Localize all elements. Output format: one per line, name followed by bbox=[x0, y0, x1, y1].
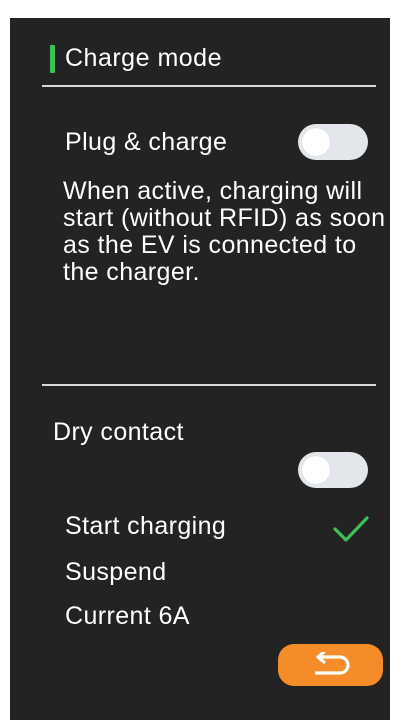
dry-contact-label: Dry contact bbox=[53, 418, 184, 446]
toggle-knob bbox=[302, 128, 330, 156]
option-suspend[interactable]: Suspend bbox=[65, 558, 167, 587]
divider-top bbox=[42, 85, 376, 87]
back-icon bbox=[314, 652, 350, 675]
plug-charge-description: When active, charging will start (withou… bbox=[63, 177, 386, 286]
charge-mode-screen: Charge mode Plug & charge When active, c… bbox=[10, 18, 390, 720]
plug-charge-label: Plug & charge bbox=[65, 128, 228, 156]
header-accent-bar bbox=[50, 44, 55, 73]
plug-charge-toggle[interactable] bbox=[298, 124, 368, 160]
page-title: Charge mode bbox=[65, 44, 222, 72]
page-header: Charge mode bbox=[50, 44, 222, 73]
check-icon bbox=[333, 516, 369, 542]
back-button[interactable] bbox=[278, 644, 383, 686]
option-current-6a[interactable]: Current 6A bbox=[65, 602, 190, 631]
dry-contact-toggle[interactable] bbox=[298, 452, 368, 488]
option-start-charging[interactable]: Start charging bbox=[65, 512, 226, 541]
divider-middle bbox=[42, 384, 376, 386]
toggle-knob bbox=[302, 456, 330, 484]
